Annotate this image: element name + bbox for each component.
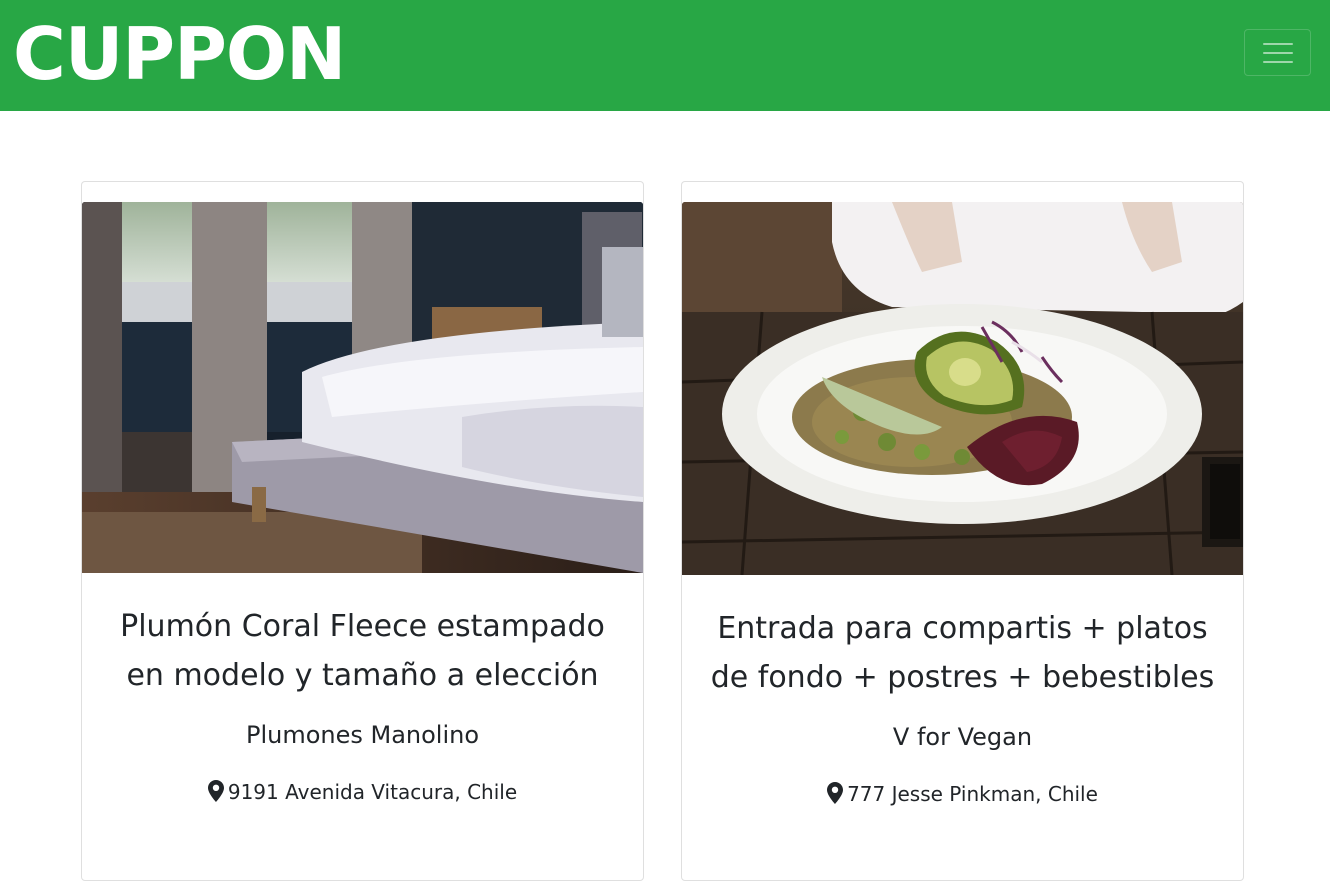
deal-location: 777 Jesse Pinkman, Chile xyxy=(702,781,1223,807)
deal-title[interactable]: Entrada para compartis + platos de fondo… xyxy=(702,604,1223,702)
deal-image-salad[interactable] xyxy=(682,202,1243,575)
deal-card[interactable]: Entrada para compartis + platos de fondo… xyxy=(681,181,1244,881)
navbar-toggler-button[interactable] xyxy=(1244,29,1311,76)
deal-location-text: 777 Jesse Pinkman, Chile xyxy=(847,782,1098,806)
deal-title[interactable]: Plumón Coral Fleece estampado en modelo … xyxy=(102,602,623,700)
deal-merchant: V for Vegan xyxy=(892,723,1033,751)
hamburger-menu-icon xyxy=(1263,41,1293,65)
navbar: CUPPON xyxy=(0,0,1330,111)
deal-card[interactable]: Plumón Coral Fleece estampado en modelo … xyxy=(81,181,644,881)
deal-location: 9191 Avenida Vitacura, Chile xyxy=(102,779,623,805)
map-marker-icon xyxy=(207,780,224,802)
vegan-salad-bowl-photo xyxy=(682,202,1243,575)
brand-logo[interactable]: CUPPON xyxy=(13,14,346,94)
deal-merchant: Plumones Manolino xyxy=(245,721,480,749)
deal-location-text: 9191 Avenida Vitacura, Chile xyxy=(227,780,518,804)
deal-image-bedroom[interactable] xyxy=(82,202,643,573)
bedroom-bed-photo xyxy=(82,202,643,573)
map-marker-icon xyxy=(827,782,844,804)
